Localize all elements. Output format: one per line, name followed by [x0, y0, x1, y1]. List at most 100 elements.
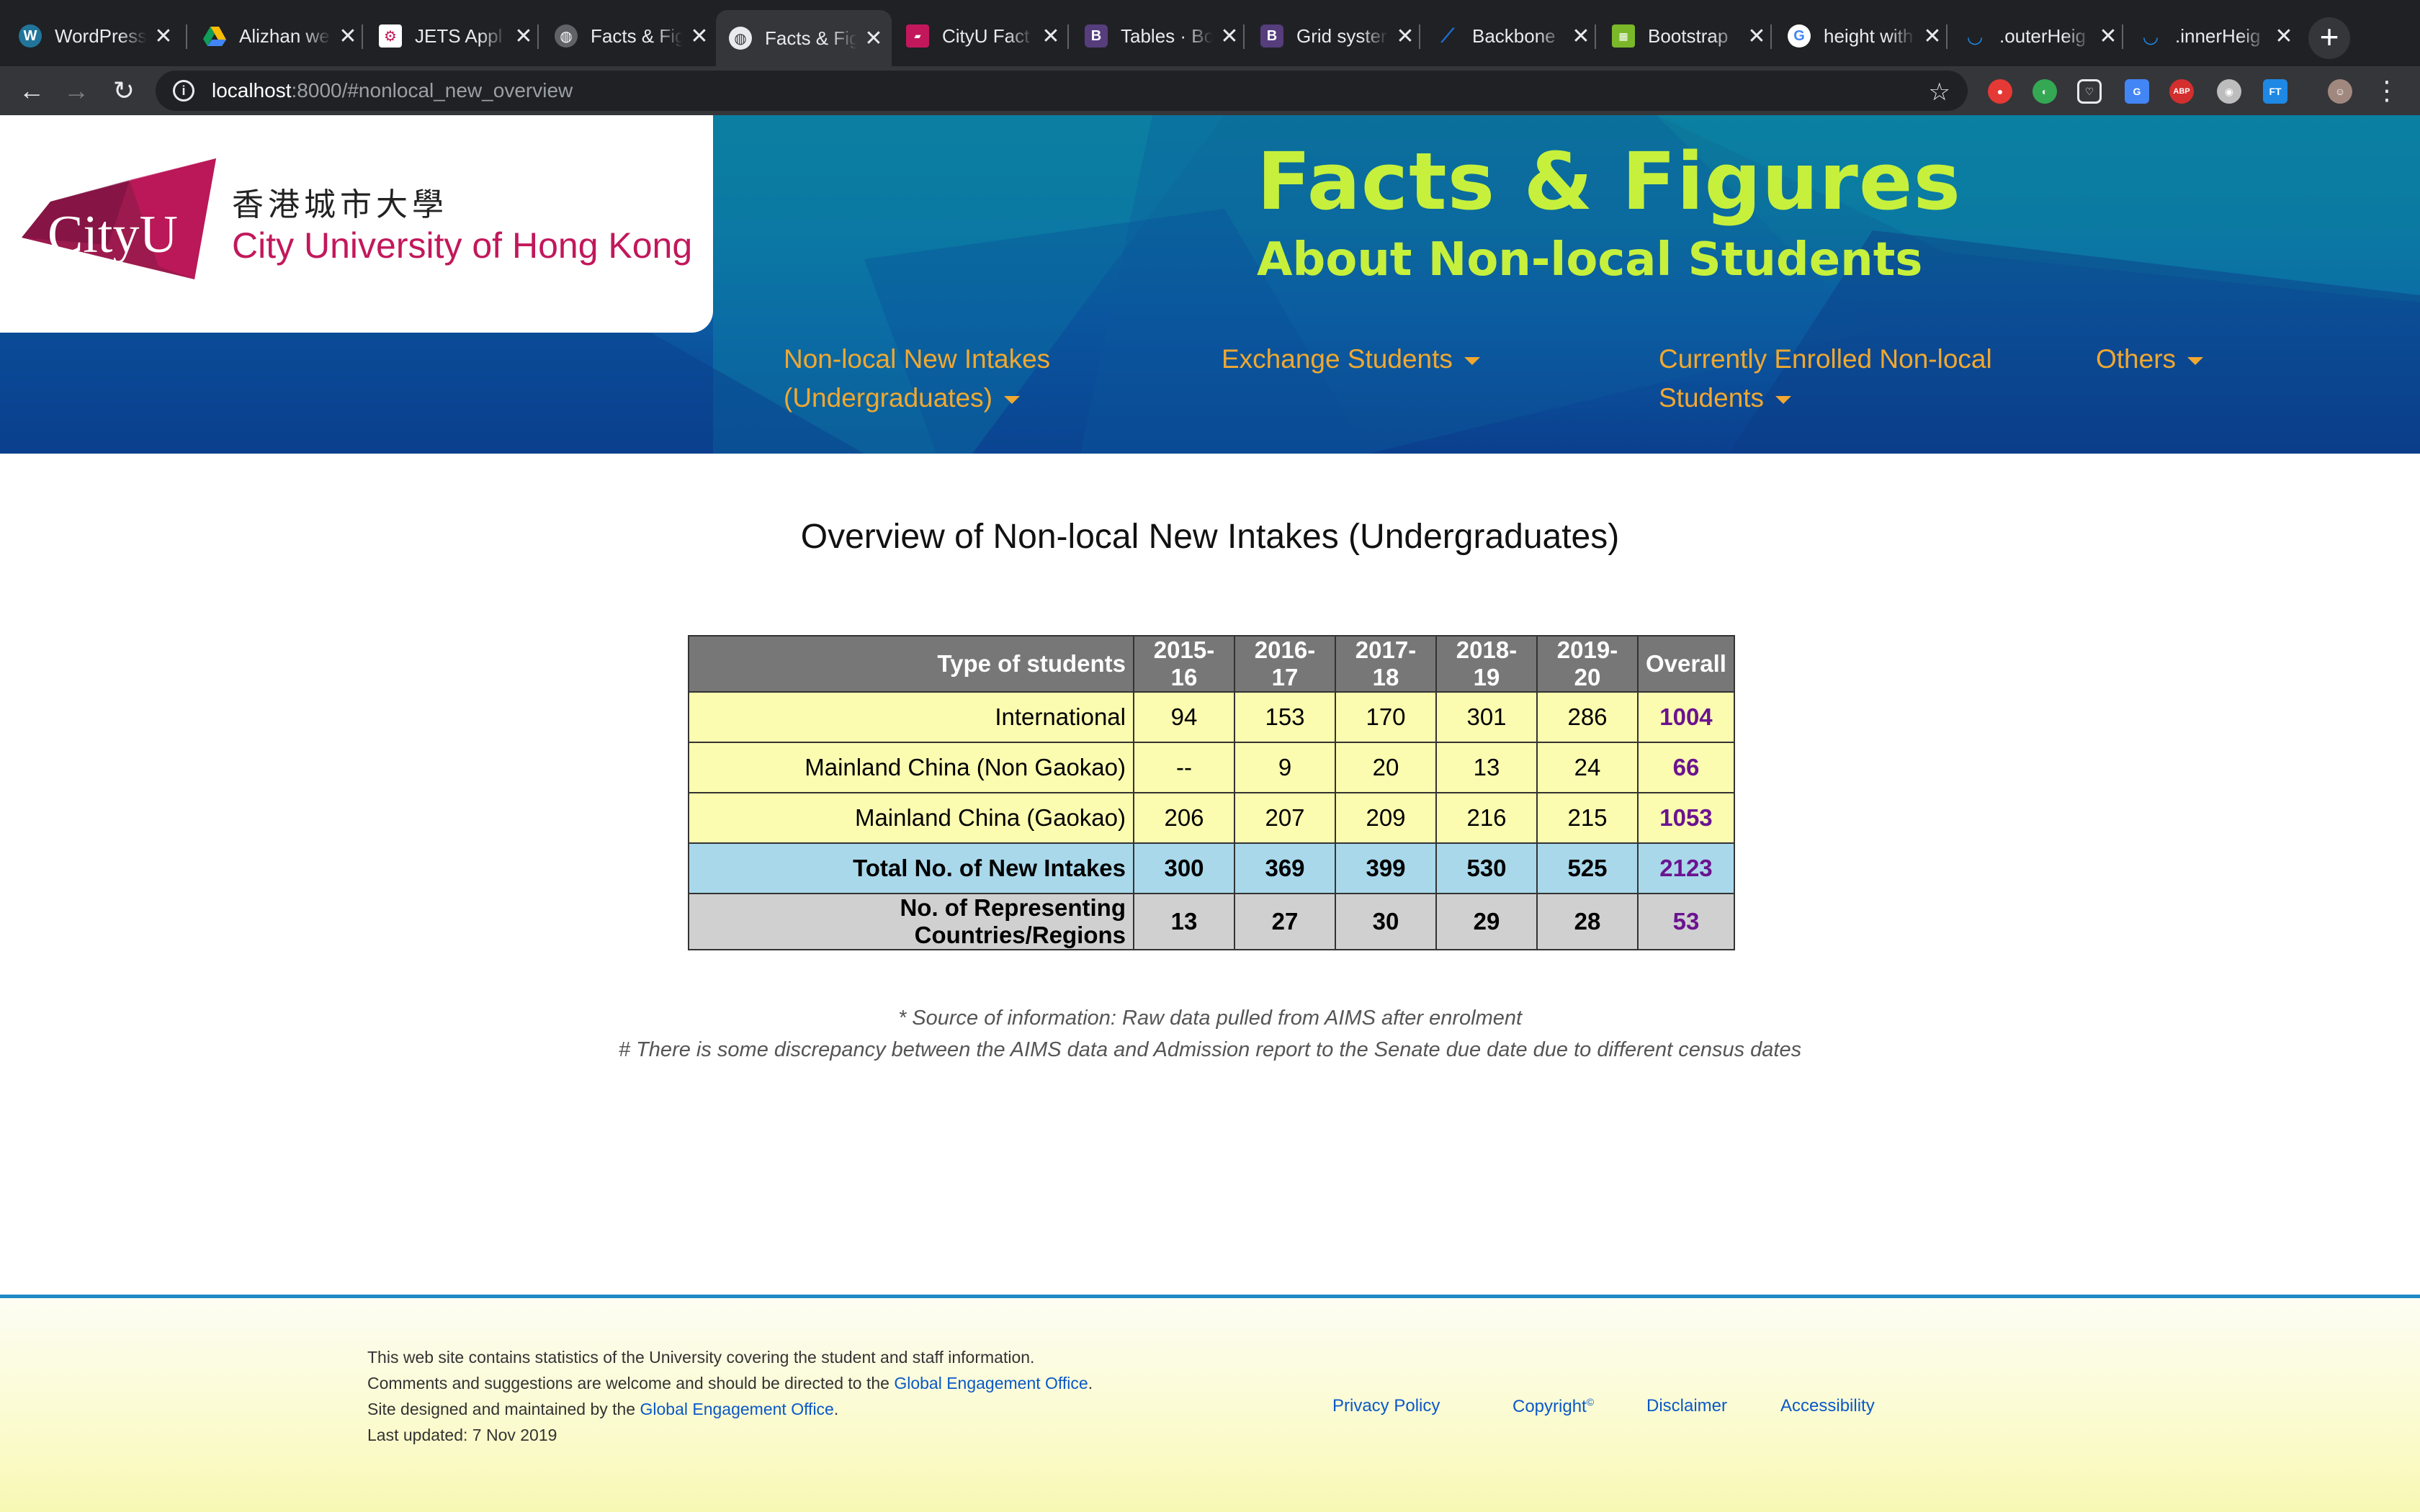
close-icon[interactable]: ✕ — [2097, 24, 2119, 49]
cityu-logo: CityU — [22, 158, 216, 279]
tab-separator — [1770, 24, 1772, 49]
intakes-table: Type of students 2015-16 2016-17 2017-18… — [688, 635, 1735, 950]
close-icon[interactable]: ✕ — [337, 24, 359, 49]
browser-tab[interactable]: W WordPress ✕ — [6, 12, 182, 60]
url-path: :8000/#nonlocal_new_overview — [291, 79, 573, 102]
overall-cell: 53 — [1637, 893, 1735, 950]
tab-title: Facts & Fig — [591, 24, 683, 47]
nav-dropdown-nonlocal-new-intakes[interactable]: Non-local New Intakes (Undergraduates) — [784, 340, 1050, 418]
close-icon[interactable]: ✕ — [2273, 24, 2295, 49]
close-icon[interactable]: ✕ — [1570, 24, 1592, 49]
pocket-icon[interactable]: ♡ — [2077, 79, 2102, 104]
table-cell: 24 — [1536, 742, 1639, 793]
close-icon[interactable]: ✕ — [513, 24, 534, 49]
bookmark-star-icon[interactable]: ☆ — [1929, 78, 1950, 107]
back-arrow-icon[interactable]: ← — [14, 73, 49, 108]
table-notes: * Source of information: Raw data pulled… — [0, 1002, 2420, 1066]
profile-avatar[interactable]: ☺ — [2328, 79, 2352, 104]
accessibility-link[interactable]: Accessibility — [1780, 1396, 1875, 1416]
global-engagement-link[interactable]: Global Engagement Office — [894, 1374, 1088, 1392]
wordpress-icon: W — [19, 24, 42, 48]
table-cell: 13 — [1133, 893, 1235, 950]
browser-tab[interactable]: ⚙ JETS Appl ✕ — [366, 12, 542, 60]
close-icon[interactable]: ✕ — [1394, 24, 1416, 49]
browser-tab[interactable]: G height with ✕ — [1775, 12, 1950, 60]
column-header: 2018-19 — [1435, 635, 1538, 693]
table-cell: 29 — [1435, 893, 1538, 950]
close-icon[interactable]: ✕ — [1040, 24, 1062, 49]
tab-title: Bootstrap — [1648, 24, 1729, 47]
extension-circle-icon[interactable]: ◉ — [2217, 79, 2241, 104]
google-drive-icon — [203, 24, 226, 48]
nav-dropdown-others[interactable]: Others — [2096, 340, 2204, 379]
info-icon[interactable]: i — [173, 80, 194, 102]
close-icon[interactable]: ✕ — [1746, 24, 1767, 49]
table-header-row: Type of students 2015-16 2016-17 2017-18… — [688, 635, 1735, 693]
browser-tab[interactable]: ▦ Bootstrap ✕ — [1599, 12, 1775, 60]
disclaimer-link[interactable]: Disclaimer — [1646, 1396, 1727, 1416]
copyright-label: Copyright — [1512, 1397, 1587, 1416]
address-bar[interactable]: i localhost:8000/#nonlocal_new_overview … — [156, 71, 1968, 111]
tab-title: Backbone — [1472, 24, 1556, 47]
nav-label-line2: Students — [1659, 383, 1765, 413]
overall-cell: 66 — [1637, 742, 1735, 793]
total-row: Total No. of New Intakes 300 369 399 530… — [688, 842, 1735, 894]
browser-tab[interactable]: B Grid syster ✕ — [1247, 12, 1423, 60]
logo-chinese-name: 香港城市大學 — [232, 186, 448, 223]
nav-dropdown-exchange-students[interactable]: Exchange Students — [1222, 340, 1480, 379]
copyright-link[interactable]: Copyright© — [1512, 1396, 1594, 1417]
reload-icon[interactable]: ↻ — [107, 73, 141, 108]
tab-title: Tables · Bo — [1121, 24, 1213, 47]
nav-dropdown-currently-enrolled[interactable]: Currently Enrolled Non-local Students — [1659, 340, 1992, 418]
caret-down-icon — [2187, 356, 2204, 365]
browser-tab[interactable]: B Tables · Bo ✕ — [1072, 12, 1247, 60]
browser-chrome: W WordPress ✕ Alizhan we ✕ ⚙ JETS Appl ✕… — [0, 0, 2420, 115]
close-icon[interactable]: ✕ — [1219, 24, 1240, 49]
translate-icon[interactable]: G — [2125, 79, 2149, 104]
globe-icon: ◍ — [555, 24, 578, 48]
new-tab-button[interactable]: + — [2308, 17, 2350, 59]
last-updated: Last updated: 7 Nov 2019 — [367, 1426, 557, 1444]
logo-english-name: City University of Hong Kong — [232, 225, 693, 266]
bootstrap-icon: B — [1085, 24, 1108, 48]
table-row: International 94 153 170 301 286 1004 — [688, 691, 1735, 743]
table-cell: 216 — [1435, 792, 1538, 844]
table-cell: 28 — [1536, 893, 1639, 950]
overall-cell: 1004 — [1637, 691, 1735, 743]
privacy-policy-link[interactable]: Privacy Policy — [1332, 1396, 1440, 1416]
extension-red-icon[interactable]: ● — [1988, 79, 2012, 104]
table-cell: 94 — [1133, 691, 1235, 743]
copyright-symbol: © — [1586, 1396, 1595, 1408]
browser-tab[interactable]: ▰ CityU Fact ✕ — [893, 12, 1069, 60]
page-heading: Overview of Non-local New Intakes (Under… — [800, 518, 1620, 556]
table-cell: 530 — [1435, 842, 1538, 894]
close-icon[interactable]: ✕ — [863, 26, 884, 51]
tab-separator — [1595, 24, 1596, 49]
extension-green-icon[interactable]: ◐ — [2033, 79, 2057, 104]
jets-icon: ⚙ — [379, 24, 402, 48]
menu-kebab-icon[interactable]: ⋮ — [2370, 73, 2404, 108]
forward-arrow-icon[interactable]: → — [59, 73, 94, 108]
table-cell: 399 — [1335, 842, 1437, 894]
browser-tab[interactable]: ◍ Facts & Fig ✕ — [542, 12, 717, 60]
extension-ft-icon[interactable]: FT — [2263, 79, 2287, 104]
browser-tab-active[interactable]: ◍ Facts & Fig ✕ — [716, 10, 892, 66]
close-icon[interactable]: ✕ — [689, 24, 710, 49]
close-icon[interactable]: ✕ — [1922, 24, 1943, 49]
tab-title: JETS Appl — [415, 24, 503, 47]
table-cell: 30 — [1335, 893, 1437, 950]
browser-tab[interactable]: ⟋ Backbone ✕ — [1423, 12, 1599, 60]
logo-panel[interactable]: CityU 香港城市大學 City University of Hong Kon… — [0, 115, 713, 333]
browser-tab[interactable]: ◡ .outerHeig ✕ — [1950, 12, 2126, 60]
browser-tab[interactable]: ◡ .innerHeig ✕ — [2126, 12, 2302, 60]
nav-label-line1: Others — [2096, 344, 2177, 374]
browser-tab[interactable]: Alizhan we ✕ — [190, 12, 366, 60]
site-footer: This web site contains statistics of the… — [0, 1295, 2420, 1512]
adblock-icon[interactable]: ABP — [2169, 79, 2194, 104]
row-label: Mainland China (Gaokao) — [688, 792, 1134, 844]
close-icon[interactable]: ✕ — [153, 24, 174, 49]
global-engagement-link[interactable]: Global Engagement Office — [640, 1400, 834, 1418]
table-cell: 301 — [1435, 691, 1538, 743]
caret-down-icon — [1003, 395, 1020, 404]
table-row: Mainland China (Gaokao) 206 207 209 216 … — [688, 792, 1735, 844]
